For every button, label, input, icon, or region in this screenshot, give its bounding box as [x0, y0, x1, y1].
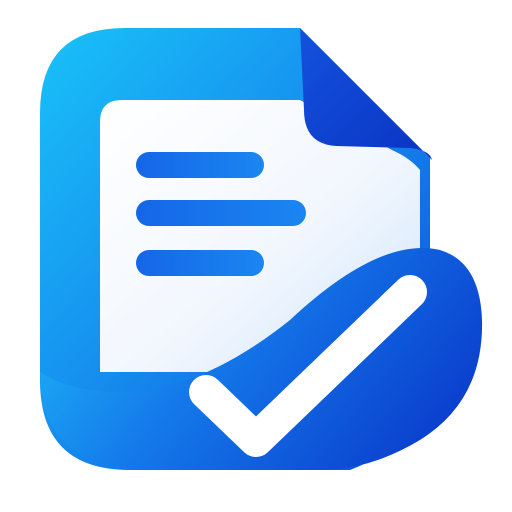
text-line [136, 152, 264, 178]
text-line [136, 250, 264, 276]
document-check-icon [40, 28, 483, 470]
folded-corner [300, 28, 432, 160]
app-icon [0, 0, 512, 512]
text-line [136, 200, 306, 226]
